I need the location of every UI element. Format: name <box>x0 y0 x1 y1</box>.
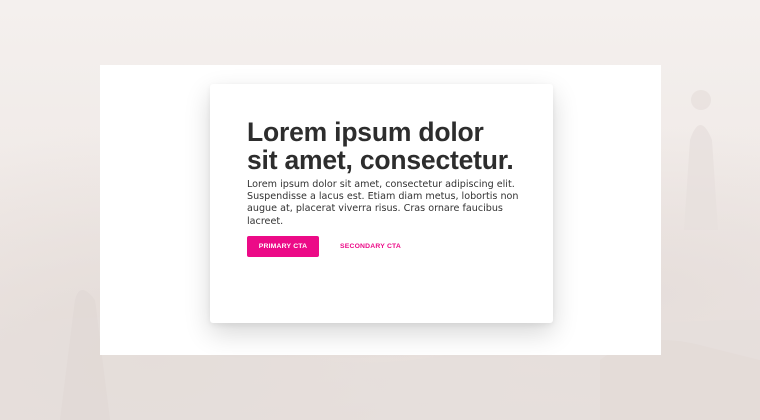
primary-cta-button[interactable]: PRIMARY CTA <box>247 235 319 257</box>
hero-card: Lorem ipsum dolor sit amet, consectetur.… <box>210 84 553 323</box>
secondary-cta-button[interactable]: SECONDARY CTA <box>340 236 401 257</box>
hero-title: Lorem ipsum dolor sit amet, consectetur. <box>247 117 514 175</box>
hero-body-text: Lorem ipsum dolor sit amet, consectetur … <box>247 179 519 227</box>
cta-row: PRIMARY CTA SECONDARY CTA <box>247 235 516 257</box>
